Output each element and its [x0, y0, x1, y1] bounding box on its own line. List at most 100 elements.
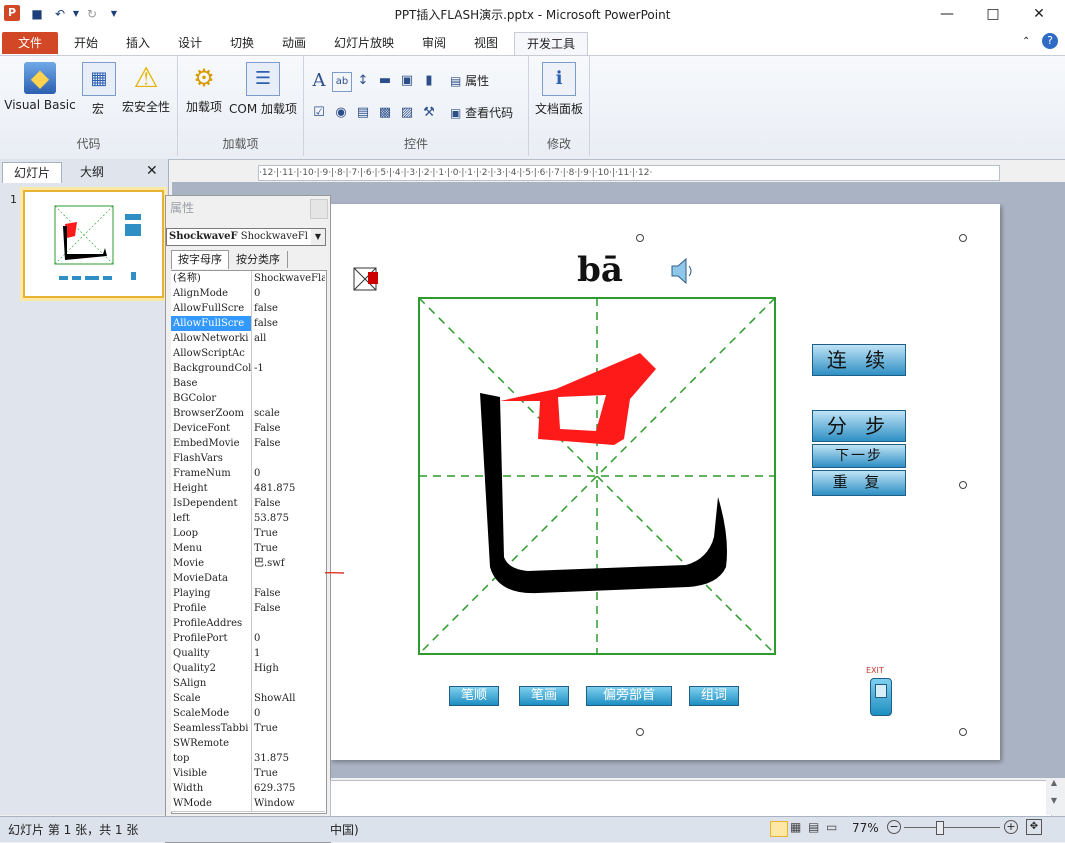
radio-control-icon[interactable]: ◉	[332, 104, 350, 122]
property-row[interactable]: AlignMode 0	[171, 286, 325, 302]
property-row[interactable]: top 31.875	[171, 751, 325, 767]
slide-thumbnail[interactable]	[23, 190, 164, 298]
property-row[interactable]: IsDependent False	[171, 496, 325, 512]
minimize-button[interactable]: —	[932, 4, 962, 24]
property-value[interactable]: 0	[252, 706, 325, 721]
zoom-slider-thumb[interactable]	[936, 821, 944, 835]
repeat-button[interactable]: 重 复	[812, 470, 906, 496]
tab-review[interactable]: 审阅	[412, 32, 456, 54]
combobox-control-icon[interactable]: ▩	[376, 104, 394, 122]
tab-slides[interactable]: 幻灯片	[2, 162, 62, 183]
radical-button[interactable]: 偏旁部首	[586, 686, 672, 706]
property-value[interactable]	[252, 676, 325, 691]
property-value[interactable]	[252, 736, 325, 751]
property-value[interactable]: false	[252, 301, 325, 316]
property-row[interactable]: EmbedMovie False	[171, 436, 325, 452]
property-row[interactable]: Profile False	[171, 601, 325, 617]
spin-control-icon[interactable]: ↕	[354, 72, 372, 90]
property-value[interactable]: 31.875	[252, 751, 325, 766]
properties-button[interactable]: ▤ 属性	[450, 72, 489, 90]
property-row[interactable]: AllowScriptAc	[171, 346, 325, 362]
property-value[interactable]: False	[252, 421, 325, 436]
tab-view[interactable]: 视图	[464, 32, 508, 54]
resize-handle[interactable]	[959, 234, 967, 242]
words-button[interactable]: 组词	[689, 686, 739, 706]
continuous-button[interactable]: 连 续	[812, 344, 906, 376]
property-value[interactable]: False	[252, 586, 325, 601]
tab-slideshow[interactable]: 幻灯片放映	[328, 32, 400, 54]
collapse-ribbon-icon[interactable]: ⌃	[1022, 36, 1030, 47]
zoom-slider[interactable]	[904, 821, 1000, 835]
listbox-control-icon[interactable]: ▤	[354, 104, 372, 122]
tab-developer[interactable]: 开发工具	[514, 32, 588, 55]
property-row[interactable]: Quality 1	[171, 646, 325, 662]
label-control-icon[interactable]: A	[310, 72, 328, 90]
tab-outline[interactable]: 大纲	[64, 162, 120, 182]
property-row[interactable]: ScaleMode 0	[171, 706, 325, 722]
tab-transitions[interactable]: 切换	[220, 32, 264, 54]
tab-file[interactable]: 文件	[2, 32, 58, 54]
slideshow-view-icon[interactable]: ▭	[826, 820, 837, 834]
horizontal-ruler[interactable]: ·12·|·11·|·10·|·9·|·8·|·7·|·6·|·5·|·4·|·…	[258, 165, 1000, 181]
property-value[interactable]: 629.375	[252, 781, 325, 796]
property-row[interactable]: BackgroundCol -1	[171, 361, 325, 377]
resize-handle[interactable]	[636, 234, 644, 242]
zoom-out-icon[interactable]: −	[887, 820, 901, 834]
maximize-button[interactable]: □	[978, 4, 1008, 24]
property-value[interactable]: 0	[252, 631, 325, 646]
tab-categorized[interactable]: 按分类序	[229, 251, 288, 268]
strokes-button[interactable]: 笔画	[519, 686, 569, 706]
property-value[interactable]: True	[252, 766, 325, 781]
toggle-control-icon[interactable]: ▮	[420, 72, 438, 90]
property-row[interactable]: BrowserZoom scale	[171, 406, 325, 422]
tab-insert[interactable]: 插入	[116, 32, 160, 54]
property-value[interactable]: false	[252, 316, 325, 331]
property-row[interactable]: SAlign	[171, 676, 325, 692]
property-row[interactable]: Scale ShowAll	[171, 691, 325, 707]
property-value[interactable]: False	[252, 436, 325, 451]
property-value[interactable]	[252, 391, 325, 406]
property-row[interactable]: (名称) ShockwaveFla	[171, 271, 325, 287]
tab-home[interactable]: 开始	[64, 32, 108, 54]
property-row[interactable]: left 53.875	[171, 511, 325, 527]
property-row[interactable]: BGColor	[171, 391, 325, 407]
tab-animations[interactable]: 动画	[272, 32, 316, 54]
property-value[interactable]: True	[252, 721, 325, 736]
property-row[interactable]: AllowNetworki all	[171, 331, 325, 347]
zoom-in-icon[interactable]: +	[1004, 820, 1018, 834]
property-value[interactable]: all	[252, 331, 325, 346]
property-row[interactable]: Visible True	[171, 766, 325, 782]
property-value[interactable]: False	[252, 601, 325, 616]
property-value[interactable]	[252, 616, 325, 631]
checkbox-control-icon[interactable]: ☑	[310, 104, 328, 122]
notes-pane[interactable]	[330, 780, 1052, 817]
textbox-control-icon[interactable]: ab	[332, 72, 352, 92]
tab-design[interactable]: 设计	[168, 32, 212, 54]
stroke-order-button[interactable]: 笔顺	[449, 686, 499, 706]
property-row[interactable]: Loop True	[171, 526, 325, 542]
property-row[interactable]: Menu True	[171, 541, 325, 557]
visual-basic-button[interactable]: ◆ Visual Basic	[4, 62, 76, 112]
property-value[interactable]: 0	[252, 286, 325, 301]
property-row[interactable]: ProfileAddres	[171, 616, 325, 632]
property-value[interactable]: Window	[252, 796, 325, 811]
property-row[interactable]: AllowFullScre false	[171, 316, 325, 332]
property-value[interactable]: 53.875	[252, 511, 325, 526]
resize-handle[interactable]	[959, 728, 967, 736]
property-row[interactable]: WMode Window	[171, 796, 325, 812]
property-row[interactable]: ProfilePort 0	[171, 631, 325, 647]
property-row[interactable]: Width 629.375	[171, 781, 325, 797]
property-row[interactable]: Quality2 High	[171, 661, 325, 677]
property-row[interactable]: MovieData	[171, 571, 325, 587]
language-indicator[interactable]: 中国)	[330, 821, 359, 838]
macro-button[interactable]: ▦ 宏	[82, 62, 116, 117]
property-row[interactable]: AllowFullScre false	[171, 301, 325, 317]
property-row[interactable]: Playing False	[171, 586, 325, 602]
property-row[interactable]: FlashVars	[171, 451, 325, 467]
property-value[interactable]	[252, 571, 325, 586]
property-value[interactable]	[252, 376, 325, 391]
property-value[interactable]: 481.875	[252, 481, 325, 496]
view-code-button[interactable]: ▣ 查看代码	[450, 104, 513, 122]
flash-control-icon[interactable]	[352, 264, 380, 292]
property-value[interactable]: True	[252, 541, 325, 556]
